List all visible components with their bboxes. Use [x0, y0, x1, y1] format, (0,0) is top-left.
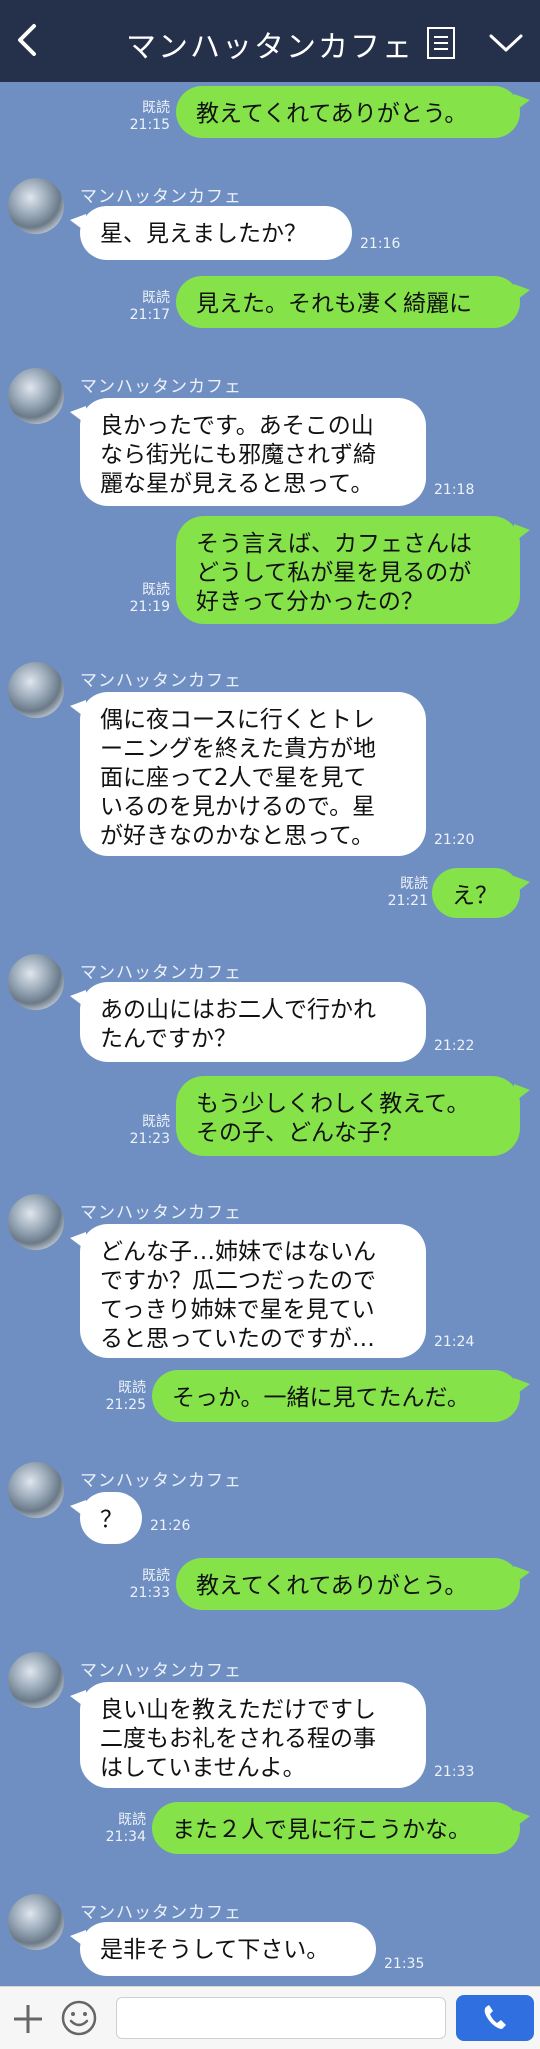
avatar[interactable] [8, 178, 64, 234]
message-time: 21:16 [360, 236, 401, 252]
message-time: 21:15 [129, 117, 170, 133]
outgoing-message[interactable]: 教えてくれてありがとう。 [176, 1558, 530, 1610]
chat-area[interactable]: 既読 21:15 教えてくれてありがとう。 マンハッタンカフェ 星、見えましたか？… [0, 82, 540, 1986]
message-time: 21:18 [434, 482, 475, 498]
sender-name: マンハッタンカフェ [80, 1903, 242, 1923]
outgoing-message[interactable]: そっか。一緒に見てたんだ。 [152, 1370, 530, 1422]
read-receipt: 既読 [142, 290, 170, 306]
read-receipt: 既読 [118, 1380, 146, 1396]
message-time: 21:35 [384, 1956, 425, 1972]
sender-name: マンハッタンカフェ [80, 1471, 242, 1491]
message-time: 21:25 [105, 1397, 146, 1413]
avatar[interactable] [8, 1652, 64, 1708]
chevron-down-icon[interactable] [488, 28, 524, 58]
message-time: 21:21 [387, 893, 428, 909]
incoming-message[interactable]: 星、見えましたか？ [70, 206, 352, 260]
avatar[interactable] [8, 662, 64, 718]
message-meta: 既読 21:21 [380, 876, 428, 910]
sender-name: マンハッタンカフェ [80, 963, 242, 983]
message-time: 21:33 [434, 1764, 475, 1780]
message-meta: 既読 21:19 [108, 582, 170, 616]
outgoing-message[interactable]: もう少しくわしく教えて。 その子、どんな子？ [176, 1076, 530, 1156]
avatar[interactable] [8, 1894, 64, 1950]
message-time: 21:23 [129, 1131, 170, 1147]
sender-name: マンハッタンカフェ [80, 1661, 242, 1681]
message-time: 21:26 [150, 1518, 191, 1534]
incoming-message[interactable]: 良かったです。あそこの山 なら街光にも邪魔されず綺 麗な星が見えると思って。 [70, 398, 426, 506]
incoming-message[interactable]: 是非そうして下さい。 [70, 1922, 376, 1976]
message-input[interactable] [116, 1997, 446, 2039]
outgoing-message[interactable]: 教えてくれてありがとう。 [176, 86, 530, 138]
chat-title: マンハッタンカフェ [126, 30, 414, 65]
message-time: 21:24 [434, 1334, 475, 1350]
outgoing-message[interactable]: 見えた。それも凄く綺麗に [176, 276, 530, 328]
message-meta: 既読 21:34 [84, 1812, 146, 1846]
avatar[interactable] [8, 368, 64, 424]
message-meta: 既読 21:25 [84, 1380, 146, 1414]
read-receipt: 既読 [142, 582, 170, 598]
message-meta: 既読 21:17 [108, 290, 170, 324]
sender-name: マンハッタンカフェ [80, 1203, 242, 1223]
emoji-icon[interactable] [60, 1999, 98, 2037]
chat-header: マンハッタンカフェ [0, 0, 540, 82]
avatar[interactable] [8, 954, 64, 1010]
message-time: 21:19 [129, 599, 170, 615]
read-receipt: 既読 [142, 100, 170, 116]
incoming-message[interactable]: どんな子…姉妹ではないん ですか？瓜二つだったので てっきり姉妹で星を見てい る… [70, 1224, 426, 1358]
message-time: 21:20 [434, 832, 475, 848]
incoming-message[interactable]: 偶に夜コースに行くとトレ ーニングを終えた貴方が地 面に座って2人で星を見て い… [70, 692, 426, 856]
incoming-message[interactable]: 良い山を教えただけですし 二度もお礼をされる程の事 はしていませんよ。 [70, 1682, 426, 1788]
outgoing-message[interactable]: え？ [432, 868, 530, 918]
message-meta: 既読 21:15 [108, 100, 170, 134]
message-meta: 既読 21:33 [108, 1568, 170, 1602]
outgoing-message[interactable]: そう言えば、カフェさんは どうして私が星を見るのが 好きって分かったの？ [176, 516, 530, 624]
plus-icon[interactable] [10, 2001, 46, 2037]
avatar[interactable] [8, 1194, 64, 1250]
incoming-message[interactable]: ？ [70, 1492, 142, 1544]
read-receipt: 既読 [142, 1114, 170, 1130]
outgoing-message[interactable]: また２人で見に行こうかな。 [152, 1802, 530, 1854]
message-time: 21:22 [434, 1038, 475, 1054]
message-meta: 既読 21:23 [108, 1114, 170, 1148]
notes-icon[interactable] [425, 26, 459, 60]
composer-bar [0, 1986, 540, 2049]
message-time: 21:17 [129, 307, 170, 323]
sender-name: マンハッタンカフェ [80, 671, 242, 691]
call-button[interactable] [456, 1995, 534, 2041]
read-receipt: 既読 [118, 1812, 146, 1828]
incoming-message[interactable]: あの山にはお二人で行かれ たんですか？ [70, 982, 426, 1062]
message-time: 21:34 [105, 1829, 146, 1845]
avatar[interactable] [8, 1462, 64, 1518]
phone-icon [484, 2005, 506, 2029]
message-time: 21:33 [129, 1585, 170, 1601]
read-receipt: 既読 [400, 876, 428, 892]
read-receipt: 既読 [142, 1568, 170, 1584]
sender-name: マンハッタンカフェ [80, 187, 242, 207]
sender-name: マンハッタンカフェ [80, 377, 242, 397]
